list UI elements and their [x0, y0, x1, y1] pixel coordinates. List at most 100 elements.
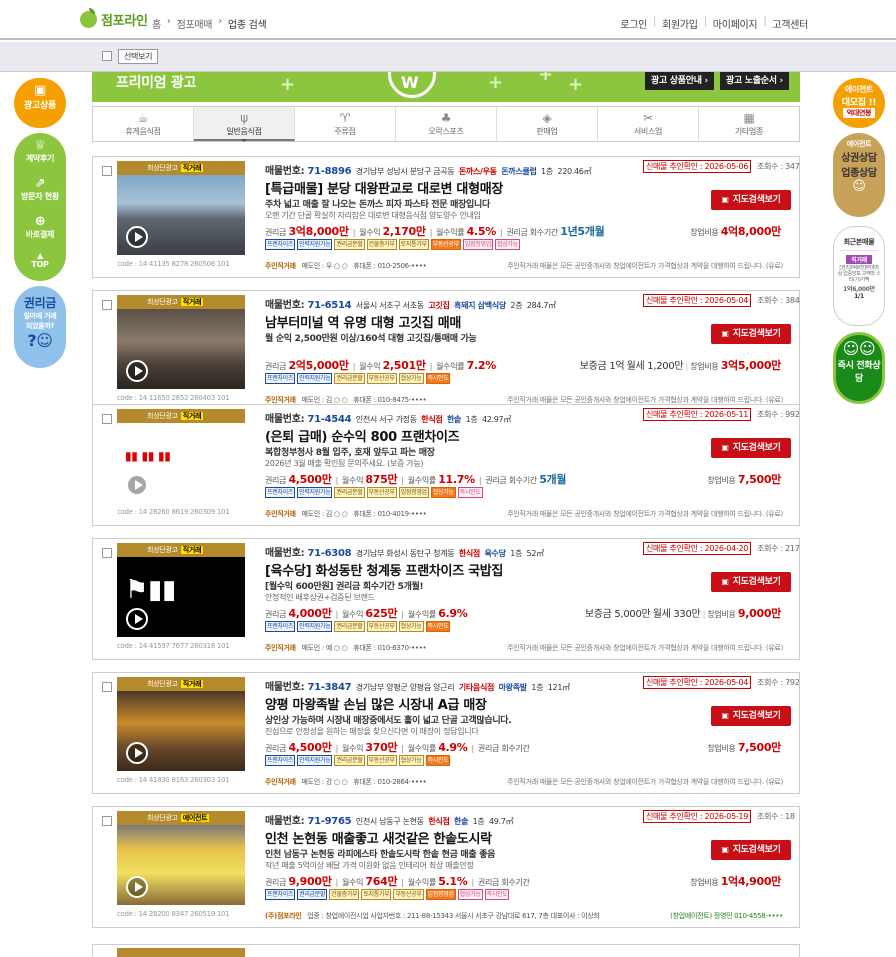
listing-checkbox[interactable]	[102, 414, 112, 424]
phone-number[interactable]: 휴대폰 : 010-2864-••••	[353, 778, 426, 786]
category-tabs: ☕ 휴게음식점 ψ 일반음식점 ♈ 주류점 ♣ 오락스포츠 ◈ 판매업 ✂ 서비스업 ▦ 기타…	[92, 106, 800, 142]
select-all-checkbox[interactable]	[102, 51, 112, 61]
listing-checkbox[interactable]	[102, 548, 112, 558]
listing-card[interactable]: 최상단광고 직거래 ▮▮ ▮▮ ▮▮ code : 14 28260 8619 260…	[92, 404, 800, 526]
recent-pager[interactable]: 1/1	[834, 293, 884, 300]
ad-order-button[interactable]: 광고 노출순서 ›	[720, 72, 789, 90]
listing-card[interactable]: 최상단광고 직거래 code : 14 41830 8163 260303 101 매…	[92, 672, 800, 794]
listing-checkbox[interactable]	[102, 166, 112, 176]
ad-product-info-button[interactable]: 광고 상품안내 ›	[645, 72, 714, 90]
listing-thumbnail[interactable]	[117, 691, 245, 771]
coffee-cup-icon: ☕	[137, 111, 149, 125]
map-detail-button[interactable]: 지도검색보기	[711, 572, 791, 592]
feature-badges: 프랜차이즈 인력지원가능 권리금분할 부동산공부 입점정영업 협상가능 즉시인도	[265, 487, 483, 498]
phone-number[interactable]: 휴대폰 : 010-2506-••••	[353, 262, 426, 270]
confirm-date: 신매물 추인확인 : 2026-05-04 조회수 : 384	[643, 294, 800, 307]
scroll-top-button[interactable]: ▲ TOP	[14, 251, 66, 269]
phone-number[interactable]: 휴대폰 : 010-4019-••••	[353, 510, 426, 518]
feature-badges: 프랜차이즈 인력지원가능 권리금분할 부동산공부 협상가능 즉시인도	[265, 621, 451, 632]
map-detail-button[interactable]: 지도검색보기	[711, 190, 791, 210]
question-face-icon: ?☺	[27, 331, 53, 350]
listing-thumbnail[interactable]: ⚑▮▮	[117, 557, 245, 637]
profit-rate-value: 4.9%	[438, 741, 468, 754]
play-video-icon[interactable]	[126, 876, 148, 898]
listing-checkbox[interactable]	[102, 816, 112, 826]
tab-entertainment[interactable]: ♣ 오락스포츠	[396, 107, 497, 141]
play-video-icon[interactable]	[126, 608, 148, 630]
feature-badge: 입점정영업	[462, 239, 493, 250]
feature-badge: 협상가능	[494, 239, 520, 250]
listing-title[interactable]: (은퇴 급매) 순수익 800 프랜차이즈	[265, 426, 460, 445]
startup-cost-value: 9,000만	[737, 607, 781, 620]
map-detail-button[interactable]: 지도검색보기	[711, 438, 791, 458]
tab-other[interactable]: ▦ 기타업종	[699, 107, 799, 141]
consult-banner[interactable]: 에이전트 상권상담 업종상담 ☺	[833, 133, 885, 217]
listing-thumbnail[interactable]	[117, 309, 245, 389]
agent-recruit-banner[interactable]: 에이전트 대모집 !! 억대연봉	[833, 78, 885, 128]
listing-subtitle: 상인상 가능하며 시장내 매장중에서도 홀이 넓고 단골 고객많습니다.	[265, 716, 512, 726]
listing-footer: 주인직거래 매도인 : 우 ○ ○ 휴대폰 : 010-2506-•••• 주인직…	[265, 261, 795, 271]
map-detail-button[interactable]: 지도검색보기	[711, 324, 791, 344]
listing-card[interactable]: 최상단광고 직거래 code : 14 41135 8278 260506 101 매…	[92, 156, 800, 278]
listing-description: 2026년 3월 매출 확인됨 문의주세요. (보증 가능)	[265, 459, 424, 468]
startup-cost-value: 7,500만	[737, 741, 781, 754]
select-view-button[interactable]: 선택보기	[118, 49, 159, 64]
instant-call-banner[interactable]: ☺☺ 즉시 전화상담	[833, 332, 885, 404]
seller-info: 업종 : 창업에이전시업 사업자번호 : 211-88-15343 서울시 서초…	[307, 912, 600, 920]
tab-service[interactable]: ✂ 서비스업	[598, 107, 699, 141]
listing-number: 71-9765	[307, 816, 352, 827]
listing-thumbnail[interactable]	[117, 175, 245, 255]
listing-title[interactable]: 양평 마왕족발 손님 많은 시장내 A급 매장	[265, 694, 487, 713]
map-detail-button[interactable]: 지도검색보기	[711, 706, 791, 726]
play-video-icon[interactable]	[126, 360, 148, 382]
listing-card[interactable]: 최상단광고 에이전트 code : 14 28200 8347 260519 101…	[92, 806, 800, 928]
thumb-text-icon: ▮▮ ▮▮ ▮▮	[125, 449, 171, 463]
listing-card[interactable]: 최상단광고 직거래 ⚑▮▮ code : 14 41597 7677 260318 1…	[92, 538, 800, 660]
premium-price-banner[interactable]: 권리금 얼마에 거래 되었을까? ?☺	[14, 286, 66, 368]
listing-checkbox[interactable]	[102, 682, 112, 692]
map-detail-button[interactable]: 지도검색보기	[711, 840, 791, 860]
breadcrumb-home[interactable]: 홈	[152, 16, 161, 31]
listing-title[interactable]: 남부터미널 역 유명 대형 고깃집 매매	[265, 312, 461, 331]
logo-leaf-icon	[80, 8, 97, 28]
listing-title[interactable]: [육수당] 화성동탄 청계동 프랜차이즈 국밥집	[265, 560, 503, 579]
fork-knife-icon: ψ	[240, 111, 248, 125]
feature-badge: 권리금분할	[334, 755, 365, 766]
listing-subtitle: 인천 남동구 논현동 라피에스타 한솥도시락 한솥 현금 매출 좋음	[265, 850, 496, 860]
listing-number: 71-6514	[307, 300, 352, 311]
visitor-stats-button[interactable]: ⇗ 방문자 현황	[14, 173, 66, 213]
play-video-icon[interactable]	[126, 742, 148, 764]
visitor-stats-label: 방문자 현황	[21, 192, 59, 201]
contract-review-label: 계약후기	[25, 154, 55, 163]
recent-item-text[interactable]: [권리3억8천]무대여 상 입중앙포 구역마 스티(기)가맥	[834, 264, 884, 284]
gamepad-icon: ♣	[440, 111, 452, 125]
contract-review-button[interactable]: ♕ 계약후기	[14, 137, 66, 173]
signup-link[interactable]: 회원가입	[662, 16, 698, 31]
phone-number[interactable]: 휴대폰 : 010-6370-••••	[353, 644, 426, 652]
startup-cost-value: 3억5,000만	[720, 359, 782, 372]
support-link[interactable]: 고객센터	[772, 16, 808, 31]
play-video-icon[interactable]	[126, 474, 148, 496]
login-link[interactable]: 로그인	[620, 16, 647, 31]
tab-retail[interactable]: ◈ 판매업	[497, 107, 598, 141]
mypage-link[interactable]: 마이페이지	[713, 16, 758, 31]
listing-card[interactable]: 최상단광고 직거래 code : 14 11650 2852 260403 101 매…	[92, 290, 800, 412]
listing-checkbox[interactable]	[102, 300, 112, 310]
tab-bar[interactable]: ♈ 주류점	[295, 107, 396, 141]
ad-product-button[interactable]: ▣ 광고상품	[14, 78, 66, 128]
pay-now-button[interactable]: ⊕ 바로결제	[14, 213, 66, 251]
listing-thumbnail[interactable]	[117, 825, 245, 905]
tab-restaurant[interactable]: ψ 일반음식점	[194, 107, 295, 142]
site-logo[interactable]: 점포라인	[80, 8, 148, 29]
breadcrumb-sale[interactable]: 점포매매	[177, 16, 213, 31]
listing-subtitle: 월 순익 2,500만원 이상/160석 대형 고깃집/통매매 가능	[265, 334, 477, 344]
tab-cafe[interactable]: ☕ 휴게음식점	[93, 107, 194, 141]
listing-title[interactable]: 인천 논현동 매출좋고 새것같은 한솥도시락	[265, 828, 492, 847]
play-video-icon[interactable]	[126, 226, 148, 248]
phone-number[interactable]: 휴대폰 : 010-8475-••••	[353, 396, 426, 404]
recent-item-price: 1억6,000만	[843, 286, 875, 293]
listing-title[interactable]: [특급매물] 분당 대왕판교로 대로변 대형매장	[265, 178, 503, 197]
listing-thumbnail[interactable]: ▮▮ ▮▮ ▮▮	[117, 423, 245, 503]
premium-price-title: 권리금	[23, 296, 57, 310]
feature-badge: 프랜차이즈	[265, 487, 296, 498]
